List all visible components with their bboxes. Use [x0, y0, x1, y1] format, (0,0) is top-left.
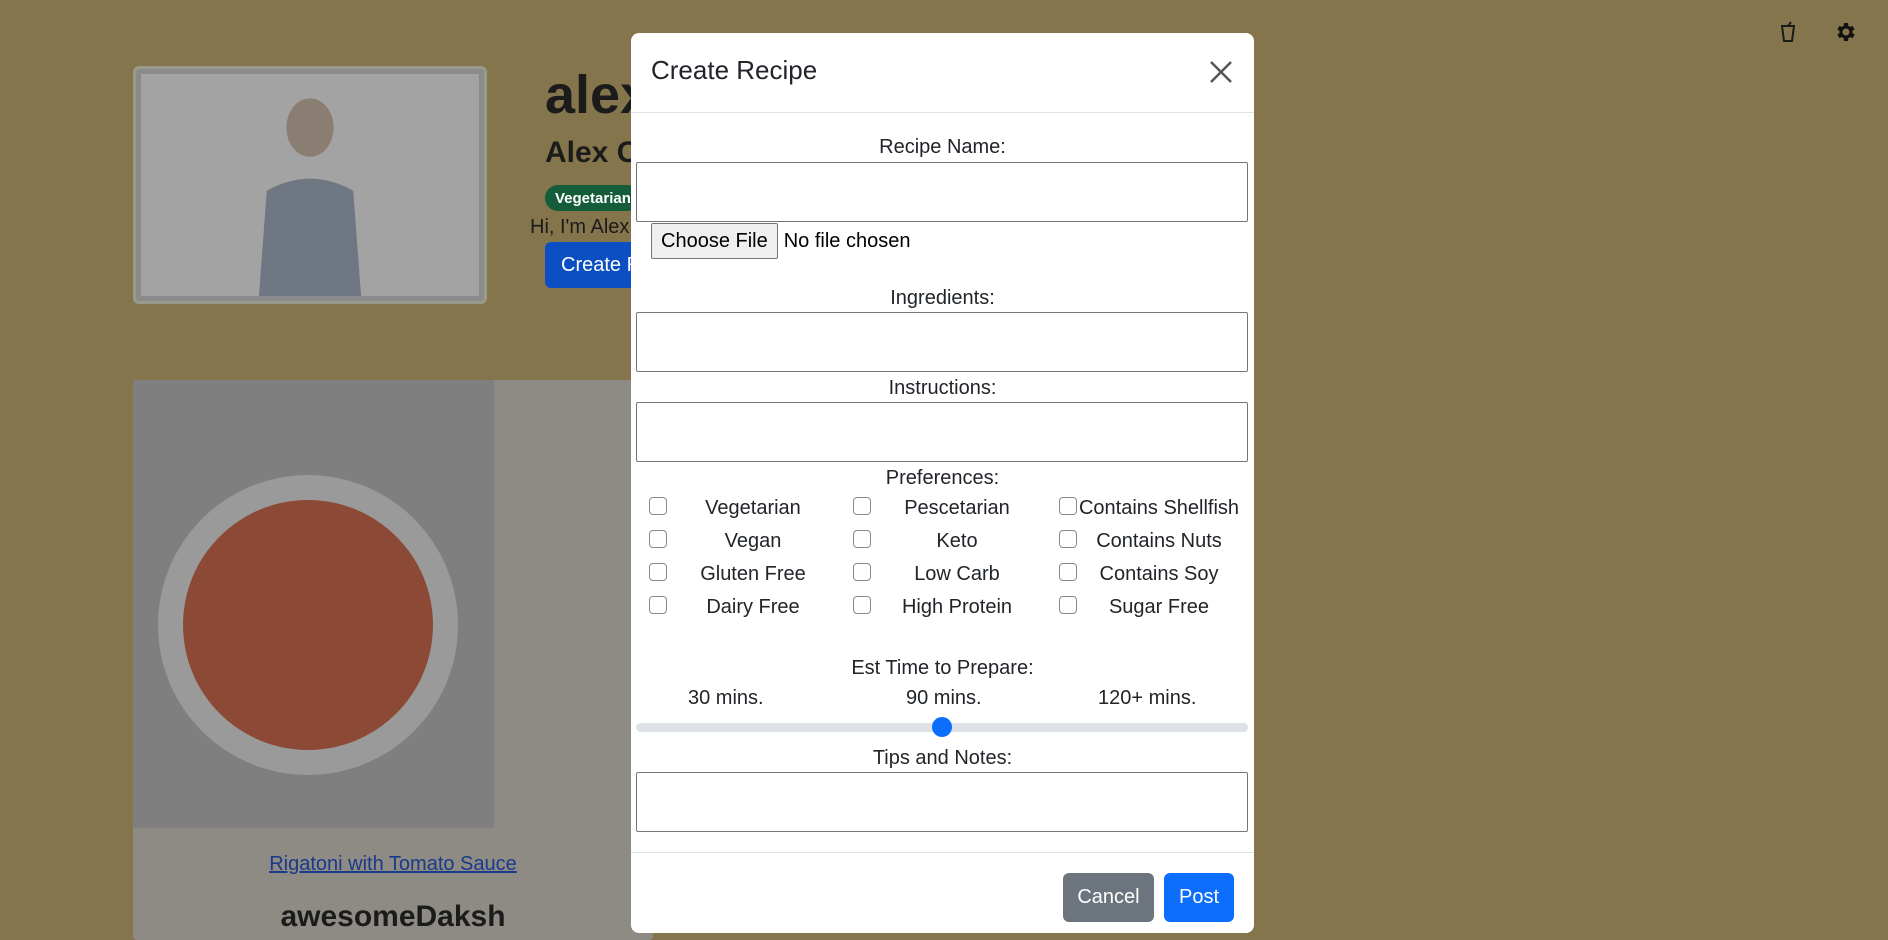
checkbox[interactable]: [853, 596, 871, 614]
preferences-column-2: Pescetarian Keto Low Carb High Protein: [853, 493, 1043, 625]
cup-icon[interactable]: [1774, 18, 1802, 46]
checkbox[interactable]: [1059, 497, 1077, 515]
recipe-title-link[interactable]: Rigatoni with Tomato Sauce: [133, 853, 653, 876]
checkbox[interactable]: [1059, 596, 1077, 614]
pref-gluten-free[interactable]: Gluten Free: [649, 559, 839, 592]
profile-full-name: Alex C: [545, 136, 639, 169]
checkbox[interactable]: [853, 530, 871, 548]
recipe-name-label: Recipe Name:: [879, 136, 1006, 158]
checkbox[interactable]: [1059, 530, 1077, 548]
close-icon[interactable]: [1206, 57, 1236, 87]
pref-pescetarian[interactable]: Pescetarian: [853, 493, 1043, 526]
time-mark-max: 120+ mins.: [1098, 687, 1197, 709]
modal-header: Create Recipe: [631, 33, 1254, 113]
checkbox[interactable]: [649, 497, 667, 515]
preference-badge: Vegetarian: [545, 185, 641, 211]
slider-thumb[interactable]: [932, 717, 952, 737]
profile-photo-card: [133, 66, 487, 304]
checkbox[interactable]: [1059, 563, 1077, 581]
recipe-image[interactable]: [133, 380, 494, 828]
preferences-label: Preferences:: [885, 467, 1000, 489]
pref-vegan[interactable]: Vegan: [649, 526, 839, 559]
ingredients-input[interactable]: [636, 312, 1248, 372]
instructions-label: Instructions:: [888, 377, 997, 399]
checkbox[interactable]: [853, 497, 871, 515]
ingredients-label: Ingredients:: [890, 287, 995, 309]
pref-contains-nuts[interactable]: Contains Nuts: [1059, 526, 1241, 559]
tips-label: Tips and Notes:: [872, 747, 1013, 769]
modal-footer: [631, 852, 1254, 934]
modal-title: Create Recipe: [651, 55, 818, 85]
choose-file-button[interactable]: Choose File: [651, 223, 778, 259]
checkbox[interactable]: [649, 596, 667, 614]
recipe-author: awesomeDaksh: [280, 900, 506, 933]
preferences-column-1: Vegetarian Vegan Gluten Free Dairy Free: [649, 493, 839, 625]
post-button[interactable]: Post: [1164, 873, 1234, 922]
preferences-column-3: Contains Shellfish Contains Nuts Contain…: [1059, 493, 1241, 625]
create-recipe-modal: Create Recipe Recipe Name: Choose File N…: [631, 33, 1254, 933]
pref-vegetarian[interactable]: Vegetarian: [649, 493, 839, 526]
tips-input[interactable]: [636, 772, 1248, 832]
pref-keto[interactable]: Keto: [853, 526, 1043, 559]
profile-bio: Hi, I'm Alex: [530, 216, 630, 238]
checkbox[interactable]: [853, 563, 871, 581]
image-file-picker: Choose File No file chosen: [651, 223, 910, 259]
checkbox[interactable]: [649, 563, 667, 581]
cancel-button[interactable]: Cancel: [1063, 873, 1154, 922]
gear-icon[interactable]: [1831, 18, 1859, 46]
recipe-name-input[interactable]: [636, 162, 1248, 222]
checkbox[interactable]: [649, 530, 667, 548]
pref-sugar-free[interactable]: Sugar Free: [1059, 592, 1241, 625]
time-mark-mid: 90 mins.: [906, 687, 982, 709]
instructions-input[interactable]: [636, 402, 1248, 462]
pref-dairy-free[interactable]: Dairy Free: [649, 592, 839, 625]
est-time-label: Est Time to Prepare:: [851, 657, 1034, 679]
pref-low-carb[interactable]: Low Carb: [853, 559, 1043, 592]
pref-contains-soy[interactable]: Contains Soy: [1059, 559, 1241, 592]
file-status: No file chosen: [783, 229, 911, 252]
pref-contains-shellfish[interactable]: Contains Shellfish: [1059, 493, 1241, 526]
avatar: [141, 74, 479, 296]
time-mark-min: 30 mins.: [688, 687, 764, 709]
pref-high-protein[interactable]: High Protein: [853, 592, 1043, 625]
